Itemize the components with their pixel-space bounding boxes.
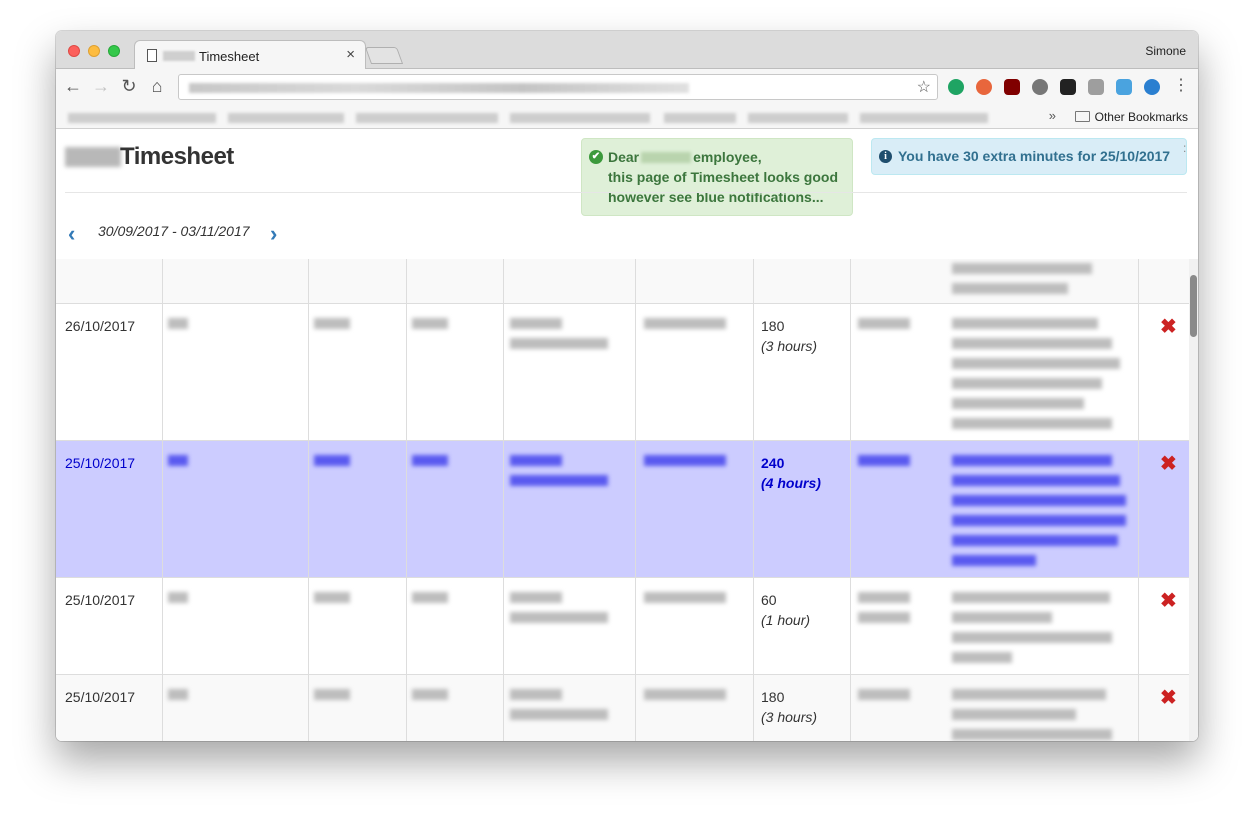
redacted-bookmark[interactable]	[860, 113, 988, 123]
row-minutes: 240 (4 hours)	[761, 453, 821, 493]
hours-value: (3 hours)	[761, 709, 818, 725]
page-content: Timesheet ✔ Dear employee, this page of T…	[56, 129, 1198, 741]
scroll-thumb[interactable]	[1190, 275, 1197, 337]
new-tab-button[interactable]	[364, 47, 404, 64]
close-icon[interactable]: ×	[346, 46, 355, 63]
document-icon	[147, 49, 157, 62]
prev-period-chevron-icon[interactable]: ‹	[68, 221, 75, 247]
page-title: Timesheet	[120, 143, 234, 170]
row-date: 25/10/2017	[65, 592, 136, 608]
bookmarks-overflow-icon[interactable]: »	[1049, 108, 1056, 123]
success-alert: ✔ Dear employee, this page of Timesheet l…	[581, 138, 853, 216]
tab-timesheet[interactable]: Timesheet ×	[134, 40, 366, 70]
table-row: 25/10/2017 180 (3 hours) ✖	[56, 674, 1189, 741]
timesheet-table: 26/10/2017 180 (3 hours) ✖ 25/10/2017 24…	[56, 259, 1189, 741]
minimize-window-button[interactable]	[88, 45, 100, 57]
row-minutes: 180 (3 hours)	[761, 316, 817, 356]
hours-value: (1 hour)	[761, 612, 811, 628]
next-period-chevron-icon[interactable]: ›	[270, 221, 277, 247]
success-line-2: this page of Timesheet looks good	[608, 169, 838, 185]
redacted-bookmark[interactable]	[748, 113, 848, 123]
row-date: 26/10/2017	[65, 318, 136, 334]
browser-toolbar: ← → ↻ ⌂ ☆ ⋮	[56, 69, 1198, 105]
table-row-highlighted: 25/10/2017 240 (4 hours) ✖	[56, 440, 1189, 577]
menu-icon[interactable]: ⋮	[1170, 75, 1192, 97]
address-bar[interactable]: ☆	[178, 74, 938, 100]
minutes-value: 60	[761, 592, 777, 608]
tab-title: Timesheet	[199, 49, 260, 64]
close-window-button[interactable]	[68, 45, 80, 57]
home-icon[interactable]: ⌂	[146, 75, 168, 97]
redacted-bookmark[interactable]	[68, 113, 216, 123]
delete-icon[interactable]: ✖	[1160, 588, 1177, 613]
check-icon: ✔	[589, 150, 603, 164]
page-scrollbar[interactable]	[1189, 259, 1198, 741]
redacted-url	[189, 83, 689, 93]
redacted-bookmark[interactable]	[228, 113, 344, 123]
row-minutes: 180 (3 hours)	[761, 687, 817, 727]
redacted-company	[641, 152, 692, 163]
success-employee: employee,	[693, 149, 762, 165]
delete-icon[interactable]: ✖	[1160, 451, 1177, 476]
divider	[65, 192, 1187, 193]
bookmark-star-icon[interactable]: ☆	[917, 77, 931, 97]
minutes-value: 180	[761, 318, 785, 334]
redacted-title-prefix	[65, 147, 121, 167]
redacted-bookmark[interactable]	[664, 113, 736, 123]
info-overflow-icon: :	[1183, 141, 1187, 155]
hours-value: (4 hours)	[761, 475, 821, 491]
profile-name[interactable]: Simone	[1145, 44, 1186, 58]
info-alert-text: You have 30 extra minutes for 25/10/2017	[898, 148, 1171, 164]
extension-fox-icon[interactable]	[976, 79, 992, 95]
success-line-3: however see blue notifications...	[608, 189, 824, 205]
date-range: 30/09/2017 - 03/11/2017	[98, 223, 250, 239]
minutes-value: 240	[761, 455, 785, 471]
info-alert: i You have 30 extra minutes for 25/10/20…	[871, 138, 1187, 175]
extension-green-icon[interactable]	[948, 79, 964, 95]
browser-window: Timesheet × Simone ← → ↻ ⌂ ☆ ⋮ » Other B…	[56, 31, 1198, 741]
camera-icon[interactable]	[1088, 79, 1104, 95]
redacted-bookmark[interactable]	[356, 113, 498, 123]
redacted-text	[163, 51, 195, 61]
tab-bar: Timesheet × Simone	[56, 31, 1198, 70]
success-line-1: Dear employee,	[608, 147, 852, 167]
redacted-bookmark[interactable]	[510, 113, 650, 123]
minutes-value: 180	[761, 689, 785, 705]
row-date: 25/10/2017	[65, 689, 136, 705]
info-icon: i	[879, 150, 892, 163]
success-dear: Dear	[608, 149, 640, 165]
extension-dark-icon[interactable]	[1060, 79, 1076, 95]
row-minutes: 60 (1 hour)	[761, 590, 810, 630]
other-bookmarks[interactable]: Other Bookmarks	[1074, 110, 1188, 124]
table-row	[56, 259, 1189, 303]
bookmarks-bar: » Other Bookmarks	[56, 105, 1198, 129]
table-row: 25/10/2017 60 (1 hour) ✖	[56, 577, 1189, 674]
back-icon[interactable]: ←	[62, 75, 84, 97]
delete-icon[interactable]: ✖	[1160, 314, 1177, 339]
maximize-window-button[interactable]	[108, 45, 120, 57]
delete-icon[interactable]: ✖	[1160, 685, 1177, 710]
recycle-icon[interactable]	[1032, 79, 1048, 95]
reload-icon[interactable]: ↻	[118, 75, 140, 97]
extension-blue-icon[interactable]	[1144, 79, 1160, 95]
other-bookmarks-label: Other Bookmarks	[1094, 110, 1188, 124]
layers-icon[interactable]	[1116, 79, 1132, 95]
table-row: 26/10/2017 180 (3 hours) ✖	[56, 303, 1189, 440]
hours-value: (3 hours)	[761, 338, 818, 354]
ublock-icon[interactable]	[1004, 79, 1020, 95]
folder-icon	[1074, 111, 1090, 122]
row-date: 25/10/2017	[65, 455, 136, 471]
forward-icon[interactable]: →	[90, 75, 112, 97]
